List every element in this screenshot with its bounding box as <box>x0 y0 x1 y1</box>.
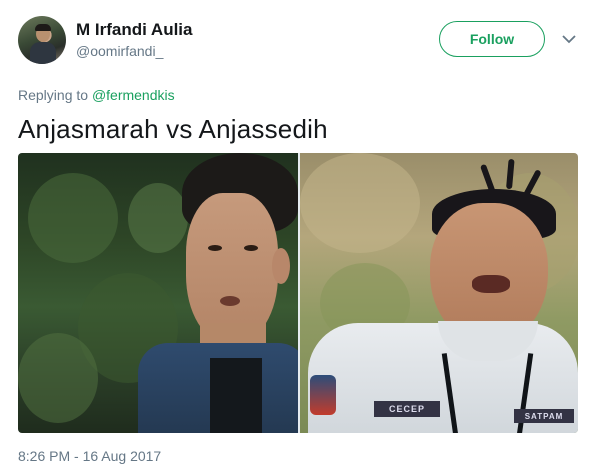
follow-button[interactable]: Follow <box>439 21 545 57</box>
user-handle[interactable]: @oomirfandi_ <box>76 43 163 59</box>
media-container: CECEP SATPAM <box>18 153 578 433</box>
display-name[interactable]: M Irfandi Aulia <box>76 20 193 40</box>
reply-context: Replying to @fermendkis <box>18 87 175 103</box>
reply-mention-link[interactable]: @fermendkis <box>92 87 175 103</box>
photo-left[interactable] <box>18 153 298 433</box>
uniform-badge: SATPAM <box>514 409 574 423</box>
photo-right[interactable]: CECEP SATPAM <box>300 153 578 433</box>
tweet-header: M Irfandi Aulia @oomirfandi_ Follow <box>18 16 578 66</box>
tweet-timestamp[interactable]: 8:26 PM - 16 Aug 2017 <box>18 448 161 464</box>
chevron-down-icon[interactable] <box>560 30 578 48</box>
name-badge: CECEP <box>374 401 440 417</box>
reply-prefix: Replying to <box>18 87 89 103</box>
tweet-text: Anjasmarah vs Anjassedih <box>18 114 328 144</box>
avatar[interactable] <box>18 16 66 64</box>
